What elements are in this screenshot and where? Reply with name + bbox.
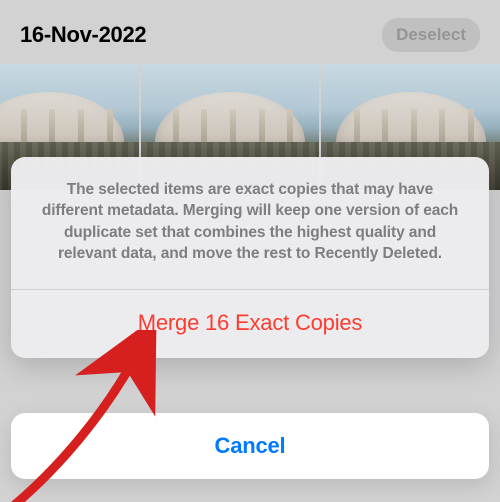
- action-sheet: The selected items are exact copies that…: [11, 157, 489, 358]
- cancel-button[interactable]: Cancel: [11, 413, 489, 479]
- cancel-container: Cancel: [11, 413, 489, 479]
- sheet-message: The selected items are exact copies that…: [11, 157, 489, 289]
- merge-button[interactable]: Merge 16 Exact Copies: [11, 290, 489, 358]
